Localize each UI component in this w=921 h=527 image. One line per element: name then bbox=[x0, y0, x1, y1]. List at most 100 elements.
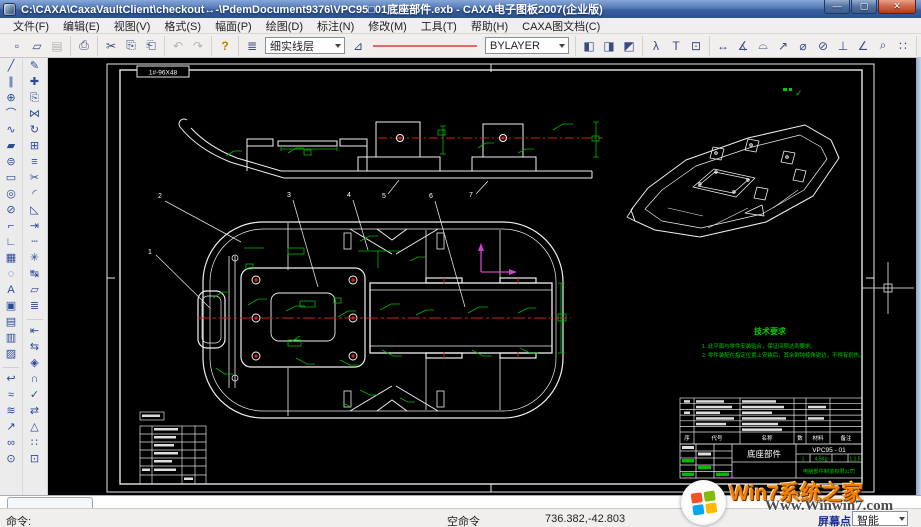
tool-text-button[interactable]: A bbox=[2, 283, 21, 299]
tool-section-line-button[interactable]: ⊘ bbox=[2, 203, 21, 219]
dimension-button[interactable]: ↔ bbox=[713, 36, 733, 55]
tool-curve-fit-button[interactable]: ∩ bbox=[25, 372, 44, 388]
tool-arc-button[interactable]: ⌒ bbox=[2, 107, 21, 123]
tool-move-button[interactable]: ✚ bbox=[25, 75, 44, 91]
tool-ole-object-button[interactable]: ⊡ bbox=[25, 452, 44, 468]
print-button[interactable]: ⎙ bbox=[74, 36, 94, 55]
new-button[interactable]: ▫ bbox=[7, 36, 27, 55]
tool-polyline-button[interactable]: ∟ bbox=[2, 235, 21, 251]
drawing-canvas[interactable]: 1#-96X48 bbox=[48, 58, 916, 495]
tool-revision-cloud-button[interactable]: ◌ bbox=[2, 267, 21, 283]
help-button[interactable]: ? bbox=[215, 36, 235, 55]
leader-button[interactable]: ↗ bbox=[773, 36, 793, 55]
tool-array-button[interactable]: ⊞ bbox=[25, 139, 44, 155]
parts-col-header: 数 bbox=[797, 434, 803, 442]
dimension-style-button[interactable]: ∷ bbox=[893, 36, 913, 55]
tool-undo-line-button[interactable]: ↩ bbox=[2, 372, 21, 388]
snap-mode-select[interactable]: 智能 bbox=[852, 511, 908, 526]
sketch-button[interactable]: λ bbox=[646, 36, 666, 55]
maximize-button[interactable]: ▢ bbox=[851, 0, 877, 14]
tool-check-button[interactable]: ✓ bbox=[25, 388, 44, 404]
tool-line-button[interactable]: ╱ bbox=[2, 59, 21, 75]
tolerance-button[interactable]: ⊘ bbox=[813, 36, 833, 55]
text-button[interactable]: T bbox=[666, 36, 686, 55]
close-button[interactable]: ✕ bbox=[878, 0, 916, 14]
menu-item-3[interactable]: 视图(V) bbox=[107, 18, 158, 34]
cad-drawing[interactable]: 1#-96X48 bbox=[48, 58, 916, 495]
menu-item-5[interactable]: 幅面(P) bbox=[208, 18, 259, 34]
menu-item-10[interactable]: 帮助(H) bbox=[464, 18, 515, 34]
tool-contour-button[interactable]: ∞ bbox=[2, 436, 21, 452]
linetype-button[interactable]: ⊿ bbox=[348, 36, 368, 55]
tool-distribute-button[interactable]: ⇆ bbox=[25, 340, 44, 356]
open-button[interactable]: ▱ bbox=[27, 36, 47, 55]
view-window-button[interactable]: ◧ bbox=[579, 36, 599, 55]
tool-step-line-button[interactable]: ⌐ bbox=[2, 219, 21, 235]
tool-trim-button[interactable]: ✂ bbox=[25, 171, 44, 187]
image-button[interactable]: ⊡ bbox=[686, 36, 706, 55]
menu-item-9[interactable]: 工具(T) bbox=[414, 18, 464, 34]
tool-chamfer-button[interactable]: ◺ bbox=[25, 203, 44, 219]
layers-button[interactable]: ≣ bbox=[242, 36, 262, 55]
minimize-button[interactable]: — bbox=[824, 0, 850, 14]
tool-block-button[interactable]: ▣ bbox=[2, 299, 21, 315]
menu-item-2[interactable]: 编辑(E) bbox=[56, 18, 107, 34]
view-pan-button[interactable]: ◨ bbox=[599, 36, 619, 55]
tool-ellipse-button[interactable]: ⊜ bbox=[2, 155, 21, 171]
tool-spline-button[interactable]: ∿ bbox=[2, 123, 21, 139]
menu-item-1[interactable]: 文件(F) bbox=[6, 18, 56, 34]
menu-item-11[interactable]: CAXA图文档(C) bbox=[515, 18, 607, 34]
view-named-button[interactable]: ◩ bbox=[619, 36, 639, 55]
tool-sheet-button[interactable]: ▨ bbox=[2, 347, 21, 363]
diameter-dimension-button[interactable]: ⌀ bbox=[793, 36, 813, 55]
tool-fillet-button[interactable]: ◜ bbox=[25, 187, 44, 203]
tool-erase-button[interactable]: ✎ bbox=[25, 59, 44, 75]
datum-button[interactable]: ⊥ bbox=[833, 36, 853, 55]
tool-wave-line-button[interactable]: ≈ bbox=[2, 388, 21, 404]
app-icon[interactable] bbox=[3, 3, 16, 16]
tool-align-button[interactable]: ⇤ bbox=[25, 324, 44, 340]
tool-mirror-button[interactable]: ⋈ bbox=[25, 107, 44, 123]
command-window-tab[interactable] bbox=[7, 497, 93, 508]
tool-offset-button[interactable]: ≡ bbox=[25, 155, 44, 171]
copy-button[interactable]: ⎘ bbox=[121, 36, 141, 55]
tool-table-button[interactable]: ▤ bbox=[2, 315, 21, 331]
tool-layer-tool-button[interactable]: ≣ bbox=[25, 299, 44, 315]
tool-copy-entity-button[interactable]: ⎘ bbox=[25, 91, 44, 107]
find-dimension-button[interactable]: ⌕ bbox=[873, 36, 893, 55]
menu-item-4[interactable]: 格式(S) bbox=[157, 18, 208, 34]
tool-donut-button[interactable]: ◎ bbox=[2, 187, 21, 203]
tool-rotate-button[interactable]: ↻ bbox=[25, 123, 44, 139]
tool-break-line-button[interactable]: ≋ bbox=[2, 404, 21, 420]
tool-scale-button[interactable]: ▱ bbox=[25, 283, 44, 299]
tool-scatter-button[interactable]: ∷ bbox=[25, 436, 44, 452]
cut-button[interactable]: ✂ bbox=[101, 36, 121, 55]
tool-break-button[interactable]: ┄ bbox=[25, 235, 44, 251]
color-select[interactable]: BYLAYER bbox=[485, 37, 569, 54]
menu-item-7[interactable]: 标注(N) bbox=[310, 18, 361, 34]
tool-bom-table-button[interactable]: ▥ bbox=[2, 331, 21, 347]
angular-dimension-button[interactable]: ∡ bbox=[733, 36, 753, 55]
tool-arrow-button[interactable]: ↗ bbox=[2, 420, 21, 436]
tool-transform-button[interactable]: ⇄ bbox=[25, 404, 44, 420]
tool-stretch-button[interactable]: ↹ bbox=[25, 267, 44, 283]
tool-rectangle-button[interactable]: ▭ bbox=[2, 171, 21, 187]
command-prompt[interactable]: 命令: bbox=[6, 513, 31, 527]
layer-select[interactable]: 细实线层 bbox=[265, 37, 345, 54]
arc-dimension-button[interactable]: ⌓ bbox=[753, 36, 773, 55]
tool-extend-button[interactable]: ⇥ bbox=[25, 219, 44, 235]
command-window[interactable] bbox=[0, 495, 921, 508]
tool-properties-button[interactable]: ◈ bbox=[25, 356, 44, 372]
view-pan-icon: ◨ bbox=[603, 39, 614, 53]
tool-parallel-line-button[interactable]: ∥ bbox=[2, 75, 21, 91]
menu-item-8[interactable]: 修改(M) bbox=[361, 18, 414, 34]
tool-explode-button[interactable]: ✳ bbox=[25, 251, 44, 267]
tool-point-button[interactable]: ⊙ bbox=[2, 452, 21, 468]
menu-item-6[interactable]: 绘图(D) bbox=[259, 18, 310, 34]
tool-solid-fill-button[interactable]: ▰ bbox=[2, 139, 21, 155]
paste-button[interactable]: ⎗ bbox=[141, 36, 161, 55]
tool-hatch-button[interactable]: ▦ bbox=[2, 251, 21, 267]
tool-measure-button[interactable]: △ bbox=[25, 420, 44, 436]
tool-circle-button[interactable]: ⊕ bbox=[2, 91, 21, 107]
chamfer-dimension-button[interactable]: ∠ bbox=[853, 36, 873, 55]
